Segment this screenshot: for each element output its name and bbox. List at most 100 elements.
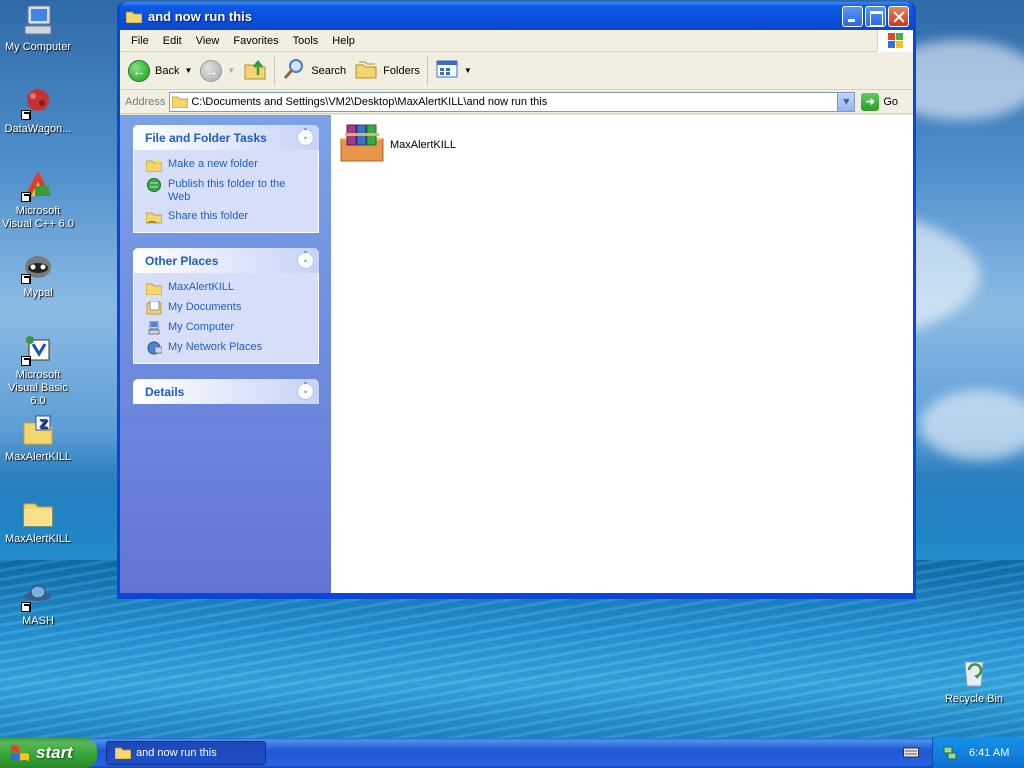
place-my-computer[interactable]: My Computer [146, 320, 308, 335]
close-button[interactable] [888, 5, 909, 27]
desktop-icon-label: Microsoft Visual Basic 6.0 [8, 369, 68, 407]
forward-arrow-icon: → [200, 59, 223, 82]
shortcut-arrow-icon [21, 110, 31, 120]
place-label: My Documents [168, 301, 242, 313]
keyboard-icon[interactable] [903, 746, 919, 759]
mash-icon [21, 578, 55, 612]
desktop-icon-label: DataWagon... [4, 123, 72, 135]
minimize-button[interactable] [842, 5, 863, 27]
details-header[interactable]: Details ˅ ˅ [133, 379, 319, 404]
file-item-maxalertkill[interactable]: MaxAlertKILL [339, 123, 456, 166]
search-label: Search [311, 64, 347, 77]
other-places-header[interactable]: Other Places ˄ ˄ [133, 248, 319, 273]
folder-icon [21, 496, 55, 530]
back-label: Back [155, 64, 180, 77]
desktop-icon-recycle-bin[interactable]: Recycle Bin [936, 656, 1012, 706]
expand-chevron-icon[interactable]: ˅ ˅ [297, 382, 314, 400]
desktop-icon-label: MaxAlertKILL [4, 451, 72, 463]
menu-help[interactable]: Help [325, 35, 362, 47]
globe-icon [146, 178, 162, 192]
back-arrow-icon: ← [128, 59, 150, 82]
task-make-new-folder[interactable]: Make a new folder [145, 158, 308, 173]
taskbar-item-explorer[interactable]: and now run this [106, 741, 266, 765]
task-publish-folder[interactable]: Publish this folder to the Web [146, 178, 308, 204]
place-label: My Network Places [168, 341, 263, 353]
svg-text:Z: Z [39, 417, 48, 431]
chevron-down-icon[interactable]: ▼ [227, 66, 235, 75]
menu-view[interactable]: View [189, 35, 227, 47]
place-my-network-places[interactable]: My Network Places [146, 341, 308, 355]
address-input[interactable]: C:\Documents and Settings\VM2\Desktop\Ma… [169, 91, 856, 112]
desktop-icon-label: MASH [22, 615, 54, 627]
folders-icon [354, 58, 378, 83]
task-label: Make a new folder [168, 158, 258, 170]
folders-label: Folders [383, 64, 420, 77]
maximize-button[interactable] [865, 5, 886, 27]
desktop-icon-mash[interactable]: MASH [0, 578, 76, 628]
place-my-documents[interactable]: My Documents [146, 300, 308, 315]
desktop-icon-mypal[interactable]: Mypal [0, 250, 76, 300]
desktop-icon-maxalertkill-zip[interactable]: Z MaxAlertKILL [0, 414, 76, 464]
menu-bar: File Edit View Favorites Tools Help [120, 30, 913, 52]
menu-edit[interactable]: Edit [156, 35, 189, 47]
desktop-icon-my-computer[interactable]: My Computer [0, 4, 76, 54]
explorer-content: File and Folder Tasks ˄ ˄ Make a new fold… [120, 115, 913, 593]
shortcut-arrow-icon [21, 602, 31, 612]
toolbar-separator [426, 56, 428, 85]
chevron-down-icon[interactable]: ▼ [464, 66, 472, 75]
back-button[interactable]: ← Back ▼ [124, 56, 196, 86]
chevron-down-icon[interactable]: ▼ [184, 66, 192, 75]
my-computer-icon [146, 320, 162, 335]
up-folder-button[interactable] [239, 56, 271, 86]
address-label: Address [125, 95, 166, 108]
start-label: start [36, 743, 73, 762]
start-button[interactable]: start [0, 738, 97, 768]
desktop-icon-maxalertkill-folder[interactable]: MaxAlertKILL [0, 496, 76, 546]
toolbar-separator [274, 56, 276, 85]
address-dropdown-button[interactable]: ▼ [837, 92, 855, 111]
address-bar: Address C:\Documents and Settings\VM2\De… [120, 90, 913, 114]
desktop-icon-visual-cpp[interactable]: Microsoft Visual C++ 6.0 [0, 168, 76, 231]
collapse-chevron-icon[interactable]: ˄ ˄ [297, 251, 314, 269]
forward-button[interactable]: → ▼ [196, 56, 239, 86]
shortcut-arrow-icon [21, 192, 31, 202]
folder-icon [125, 10, 143, 23]
network-places-icon [146, 341, 163, 355]
window-titlebar[interactable]: and now run this [120, 2, 913, 30]
share-folder-icon [145, 210, 163, 224]
cloud [920, 390, 1024, 460]
task-share-folder[interactable]: Share this folder [145, 210, 308, 224]
standard-toolbar: ← Back ▼ → ▼ Search Folders ▼ [120, 52, 913, 90]
menu-file[interactable]: File [124, 35, 156, 47]
place-label: My Computer [168, 321, 235, 333]
details-group: Details ˅ ˅ [133, 379, 319, 404]
task-label: Publish this folder to the Web [168, 178, 286, 203]
desktop-icon-label: MaxAlertKILL [4, 533, 72, 545]
clock[interactable]: 6:41 AM [969, 747, 1009, 759]
up-folder-icon [243, 57, 267, 84]
new-folder-icon [145, 158, 163, 173]
task-pane: File and Folder Tasks ˄ ˄ Make a new fold… [120, 115, 331, 593]
folder-icon [114, 747, 132, 760]
go-button[interactable]: ➜ Go [861, 92, 899, 111]
collapse-chevron-icon[interactable]: ˄ ˄ [297, 128, 314, 146]
network-tray-icon[interactable] [943, 746, 957, 760]
desktop-icon-visual-basic[interactable]: Microsoft Visual Basic 6.0 [0, 332, 76, 408]
file-folder-tasks-header[interactable]: File and Folder Tasks ˄ ˄ [133, 125, 319, 150]
my-documents-icon [146, 300, 162, 315]
folders-button[interactable]: Folders [350, 56, 424, 86]
file-list-area[interactable]: MaxAlertKILL [331, 115, 913, 593]
menu-favorites[interactable]: Favorites [226, 35, 285, 47]
explorer-window: and now run this File Edit View Favorite… [117, 2, 916, 599]
desktop-icon-datawagon[interactable]: DataWagon... [0, 86, 76, 136]
views-button[interactable]: ▼ [431, 56, 476, 86]
zip-folder-icon: Z [21, 414, 55, 448]
menu-tools[interactable]: Tools [286, 35, 326, 47]
windows-logo-icon [877, 30, 913, 52]
window-body: File Edit View Favorites Tools Help ← Ba… [120, 30, 913, 593]
group-title: Details [145, 384, 185, 399]
place-maxalertkill[interactable]: MaxAlertKILL [145, 281, 308, 296]
go-label: Go [883, 95, 899, 108]
search-button[interactable]: Search [278, 56, 350, 86]
place-label: MaxAlertKILL [168, 281, 235, 293]
